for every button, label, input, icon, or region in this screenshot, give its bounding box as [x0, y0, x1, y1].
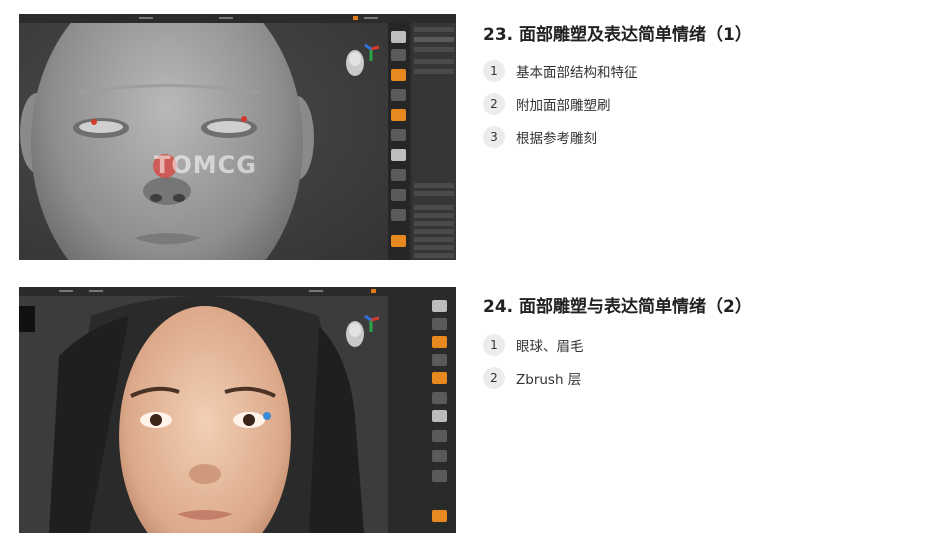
item-label: 根据参考雕刻	[516, 131, 597, 147]
viewport-canvas[interactable]: TOMCG	[19, 23, 388, 260]
list-item: 1 眼球、眉毛	[483, 334, 584, 356]
tool-button[interactable]	[391, 69, 406, 81]
item-label: Zbrush 层	[516, 372, 582, 388]
navigation-gizmo-icon[interactable]	[341, 310, 383, 354]
viewport-canvas[interactable]	[19, 296, 388, 533]
tool-button[interactable]	[432, 450, 447, 462]
list-item: 2 附加面部雕塑刷	[483, 93, 611, 115]
section-title: 23. 面部雕塑及表达简单情绪（1）	[483, 25, 752, 45]
item-number-badge: 1	[483, 60, 505, 82]
tool-button[interactable]	[391, 31, 406, 43]
tool-button[interactable]	[391, 129, 406, 141]
tool-button[interactable]	[391, 235, 406, 247]
item-number-badge: 2	[483, 367, 505, 389]
zbrush-side-panel	[388, 296, 456, 533]
tool-button[interactable]	[432, 300, 447, 312]
sculpted-face-image	[20, 23, 314, 260]
tool-button[interactable]	[391, 209, 406, 221]
watermark-text: TOMCG	[154, 151, 257, 179]
painted-face-image	[19, 296, 364, 533]
zbrush-side-panel	[388, 23, 456, 260]
tool-button[interactable]	[391, 189, 406, 201]
navigation-gizmo-icon[interactable]	[341, 39, 383, 83]
tool-button[interactable]	[432, 430, 447, 442]
item-number-badge: 3	[483, 126, 505, 148]
item-label: 附加面部雕塑刷	[516, 98, 611, 114]
zbrush-screenshot-painted-face	[19, 287, 456, 533]
tool-button[interactable]	[391, 49, 406, 61]
item-number-badge: 2	[483, 93, 505, 115]
tool-shelf	[388, 23, 410, 260]
tool-button[interactable]	[432, 318, 447, 330]
tool-button[interactable]	[432, 336, 447, 348]
item-label: 眼球、眉毛	[516, 339, 584, 355]
tool-button[interactable]	[391, 89, 406, 101]
app-top-bar	[19, 14, 456, 23]
tool-shelf	[388, 296, 456, 533]
tool-button[interactable]	[432, 392, 447, 404]
tool-button[interactable]	[432, 470, 447, 482]
tool-button[interactable]	[432, 510, 447, 522]
list-item: 3 根据参考雕刻	[483, 126, 597, 148]
tool-button[interactable]	[391, 169, 406, 181]
tool-button[interactable]	[391, 149, 406, 161]
subtool-panel	[412, 23, 456, 260]
item-label: 基本面部结构和特征	[516, 65, 638, 81]
zbrush-screenshot-gray-face: TOMCG	[19, 14, 456, 260]
item-number-badge: 1	[483, 334, 505, 356]
tool-button[interactable]	[432, 410, 447, 422]
tool-button[interactable]	[432, 354, 447, 366]
list-item: 2 Zbrush 层	[483, 367, 581, 389]
list-item: 1 基本面部结构和特征	[483, 60, 638, 82]
tool-button[interactable]	[432, 372, 447, 384]
section-title: 24. 面部雕塑与表达简单情绪（2）	[483, 297, 752, 317]
app-top-bar	[19, 287, 456, 296]
tool-button[interactable]	[391, 109, 406, 121]
